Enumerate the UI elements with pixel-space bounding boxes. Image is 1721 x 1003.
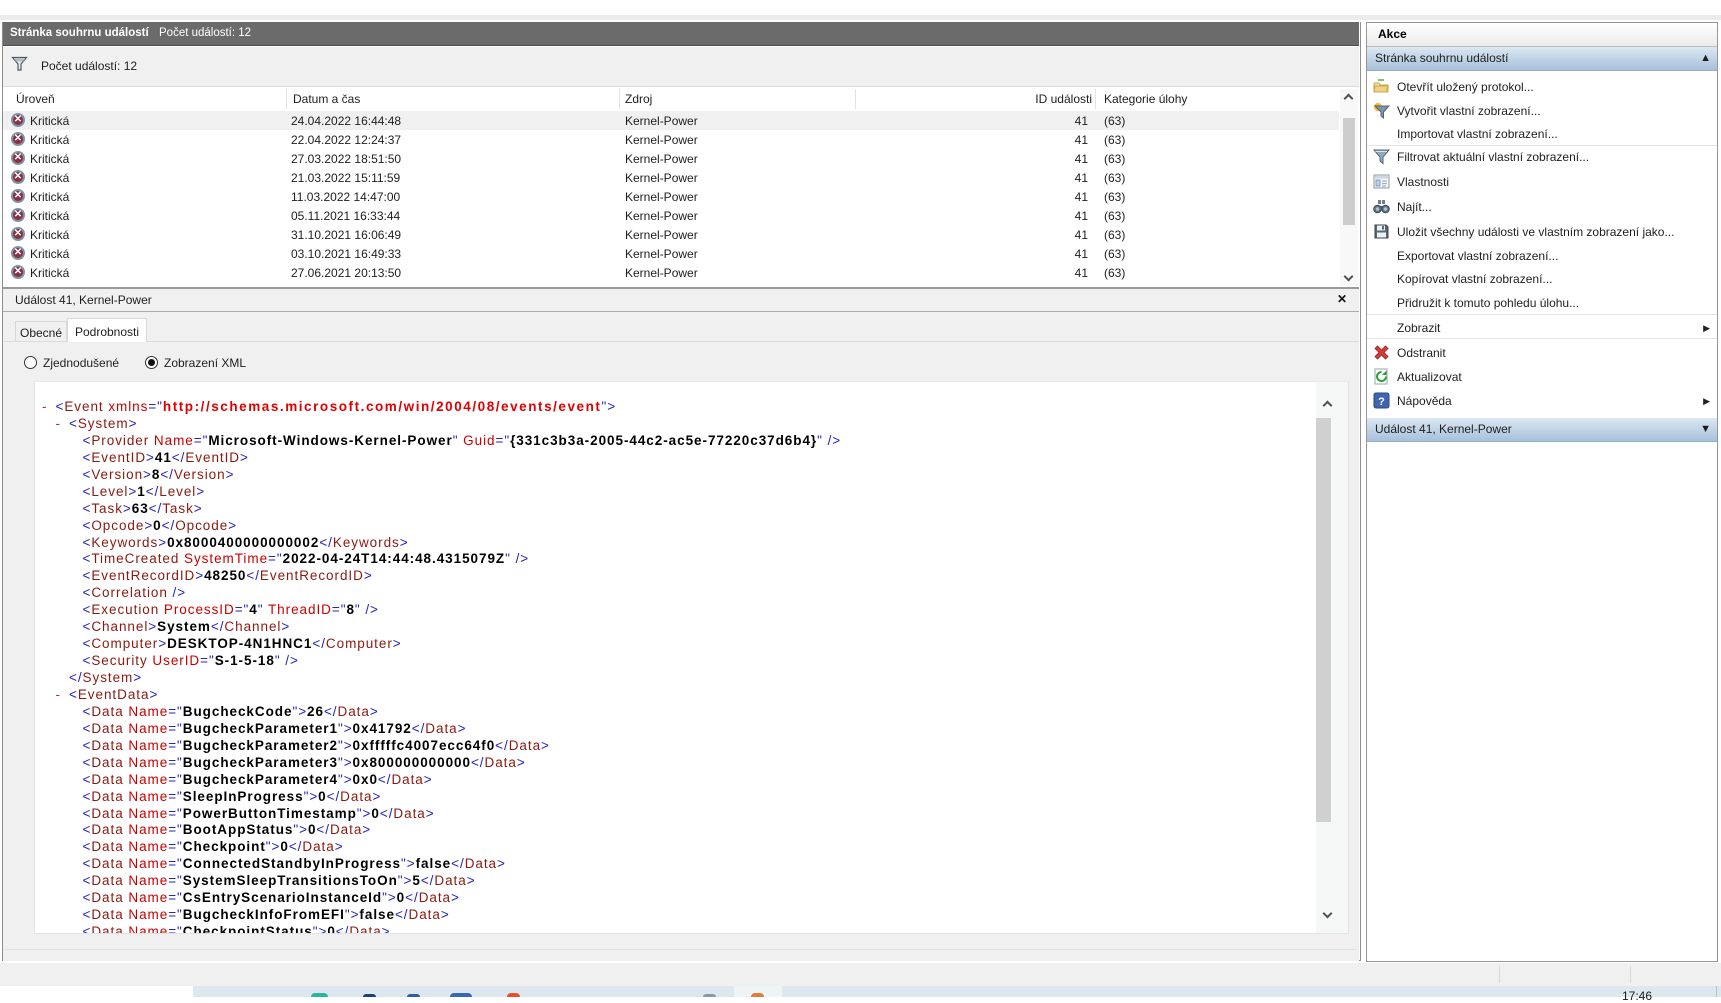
svg-text:?: ?: [1378, 396, 1385, 408]
